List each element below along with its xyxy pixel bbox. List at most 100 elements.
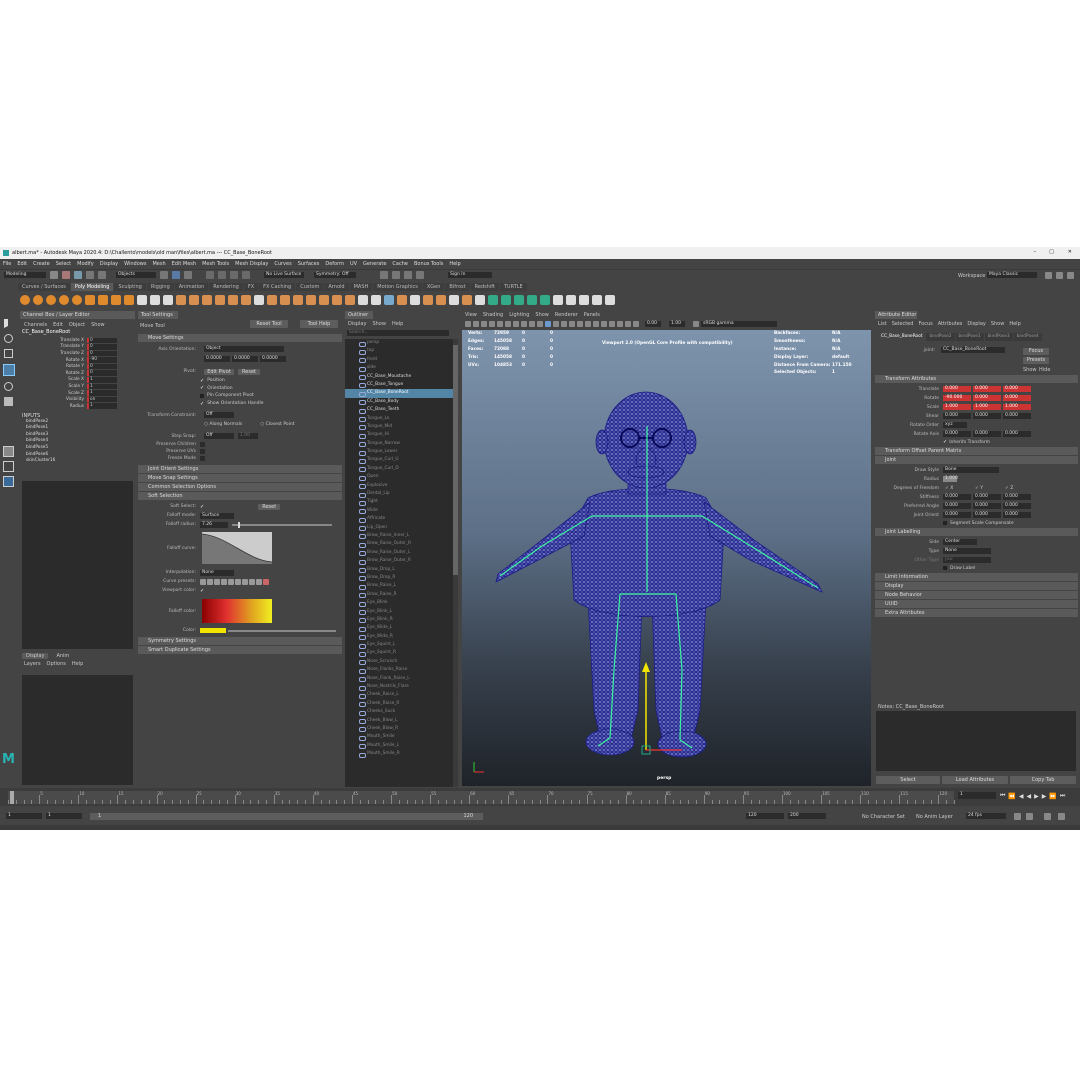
- joint-section-header[interactable]: Joint: [875, 456, 1078, 464]
- dof-z-checkbox[interactable]: ✓ Z: [1005, 486, 1013, 491]
- four-view-icon[interactable]: [3, 461, 14, 472]
- outliner-item[interactable]: Brow_Raise_R: [345, 591, 453, 599]
- channel-menu-edit[interactable]: Edit: [53, 322, 63, 328]
- undo-icon[interactable]: [86, 271, 94, 279]
- playback-start-field[interactable]: 1: [46, 813, 82, 819]
- lights-icon[interactable]: [569, 320, 575, 327]
- focus-button[interactable]: Focus: [1023, 348, 1049, 355]
- camera-attr-icon[interactable]: [473, 320, 479, 327]
- axis-y-field[interactable]: 0.0000: [232, 356, 258, 362]
- outliner-item[interactable]: Tongue_Curl_U: [345, 456, 453, 465]
- target-weld-icon[interactable]: [384, 295, 394, 305]
- ae-menu-list[interactable]: List: [878, 321, 887, 327]
- outliner-item[interactable]: Tongue_Narrow: [345, 440, 453, 448]
- play-back-icon[interactable]: ◀: [1027, 793, 1032, 800]
- select-button[interactable]: Select: [876, 776, 940, 784]
- channel-row[interactable]: Translate Y0: [20, 344, 135, 351]
- hypershade-icon[interactable]: [416, 271, 424, 279]
- channel-value[interactable]: 1: [87, 377, 117, 383]
- svg-icon[interactable]: [163, 295, 173, 305]
- step-forward-icon[interactable]: ▶: [1042, 793, 1047, 800]
- slide-edge-icon[interactable]: [475, 295, 485, 305]
- interpolation-dropdown[interactable]: None: [200, 569, 234, 576]
- display-layer-tab[interactable]: Display: [22, 653, 49, 659]
- preserve-option[interactable]: Freeze Mode: [138, 455, 342, 462]
- scale-z-field[interactable]: 1.000: [1003, 404, 1031, 410]
- curve-preset-icon[interactable]: [263, 578, 269, 585]
- collapse-icon[interactable]: [345, 295, 355, 305]
- outliner-item[interactable]: Nose_Flank_Raise_L: [345, 675, 453, 683]
- shelf-tab-motion-graphics[interactable]: Motion Graphics: [373, 283, 422, 291]
- time-slider[interactable]: 5 10 15 20 25 30 35 40 45 50 55 60 65 70 75 80 85 90 95 100…: [0, 788, 1080, 806]
- section-soft-selection[interactable]: Soft Selection: [138, 492, 342, 501]
- separate-icon[interactable]: [189, 295, 199, 305]
- shadows-icon[interactable]: [577, 320, 583, 327]
- step-snap-dropdown[interactable]: Off: [204, 433, 234, 440]
- shelf-tab-custom[interactable]: Custom: [296, 283, 324, 291]
- outliner-item[interactable]: Cheek_Blow_R: [345, 725, 453, 733]
- outliner-item[interactable]: Mouth_Smile_L: [345, 742, 453, 750]
- ae-menu-display[interactable]: Display: [967, 321, 985, 327]
- close-button[interactable]: ✕: [1068, 249, 1072, 255]
- outliner-item[interactable]: Eye_Blink: [345, 599, 453, 607]
- dof-x-checkbox[interactable]: ✓ X: [945, 486, 975, 491]
- scale-x-field[interactable]: 1.000: [943, 404, 971, 410]
- insert-edge-loop-icon[interactable]: [358, 295, 368, 305]
- outliner-item[interactable]: Mouth_Smile_R: [345, 750, 453, 759]
- spherical-map-icon[interactable]: [527, 295, 537, 305]
- channel-value[interactable]: 0: [87, 344, 117, 350]
- viewport-menu-show[interactable]: Show: [535, 312, 549, 318]
- scale-tool-icon[interactable]: [4, 397, 13, 406]
- playback-end-field[interactable]: 120: [746, 813, 784, 819]
- channel-box-tab[interactable]: Channel Box / Layer Editor: [20, 311, 135, 319]
- channel-row[interactable]: Rotate Y0: [20, 363, 135, 370]
- shelf-tab-fx[interactable]: FX: [243, 283, 259, 291]
- show-button[interactable]: Show: [1023, 367, 1037, 373]
- channel-value[interactable]: 0: [87, 350, 117, 357]
- segment-scale-checkbox[interactable]: [943, 521, 947, 525]
- rotate-x-field[interactable]: -90.000: [943, 395, 971, 401]
- outliner-item[interactable]: Explosive: [345, 482, 453, 490]
- poly-torus-icon[interactable]: [72, 295, 82, 305]
- layout-uv-icon[interactable]: [592, 295, 602, 305]
- viewport-menu-lighting[interactable]: Lighting: [509, 312, 529, 318]
- color-management-icon[interactable]: [693, 320, 699, 327]
- radius-field[interactable]: 1.000: [943, 476, 958, 482]
- lasso-tool-icon[interactable]: [4, 334, 13, 343]
- menu-deform[interactable]: Deform: [325, 261, 344, 267]
- poly-cylinder-icon[interactable]: [46, 295, 56, 305]
- maximize-button[interactable]: □: [1049, 249, 1054, 255]
- input-node[interactable]: bindPose1: [20, 425, 135, 432]
- smooth-icon[interactable]: [202, 295, 212, 305]
- sew-uv-icon[interactable]: [566, 295, 576, 305]
- goto-end-icon[interactable]: ⏭: [1060, 792, 1065, 800]
- outliner-item[interactable]: CC_Base_Body: [345, 398, 453, 406]
- snap-grid-icon[interactable]: [206, 271, 214, 279]
- shelf-tab-rigging[interactable]: Rigging: [146, 283, 174, 291]
- edge-flow-icon[interactable]: [462, 295, 472, 305]
- channel-menu-object[interactable]: Object: [69, 322, 85, 328]
- rotate-axis-z-field[interactable]: 0.000: [1003, 431, 1031, 437]
- play-forward-icon[interactable]: ▶: [1034, 793, 1039, 800]
- shelf-tab-rendering[interactable]: Rendering: [209, 283, 243, 291]
- channel-row[interactable]: Translate Z0: [20, 350, 135, 357]
- channel-menu-channels[interactable]: Channels: [24, 322, 47, 328]
- open-scene-icon[interactable]: [62, 271, 70, 279]
- single-view-icon[interactable]: [3, 446, 14, 457]
- step-snap-value[interactable]: 1.00: [238, 433, 258, 440]
- ae-tab-bindpose1[interactable]: bindPose1: [955, 332, 984, 341]
- outliner-item[interactable]: Tight: [345, 498, 453, 507]
- outliner-item[interactable]: Lip_Open: [345, 524, 453, 532]
- camera-icon[interactable]: [465, 320, 471, 327]
- falloff-color-ramp[interactable]: [202, 599, 272, 624]
- channel-row[interactable]: Rotate Z0: [20, 370, 135, 377]
- curve-preset-icon[interactable]: [214, 578, 220, 585]
- menu-bonus-tools[interactable]: Bonus Tools: [414, 261, 443, 267]
- viewport-canvas[interactable]: Verts: 72959 0 0 Edges: 145058 0 0 Faces: 72088 0 0…: [462, 330, 871, 786]
- outliner-item[interactable]: Dental_Lip: [345, 490, 453, 498]
- outliner-display-menu[interactable]: Display: [348, 321, 366, 327]
- move-tool-icon[interactable]: [3, 364, 15, 376]
- color-swatch[interactable]: [200, 628, 226, 634]
- outliner-item[interactable]: CC_Base_Teeth: [345, 406, 453, 414]
- safe-action-icon[interactable]: [537, 320, 543, 327]
